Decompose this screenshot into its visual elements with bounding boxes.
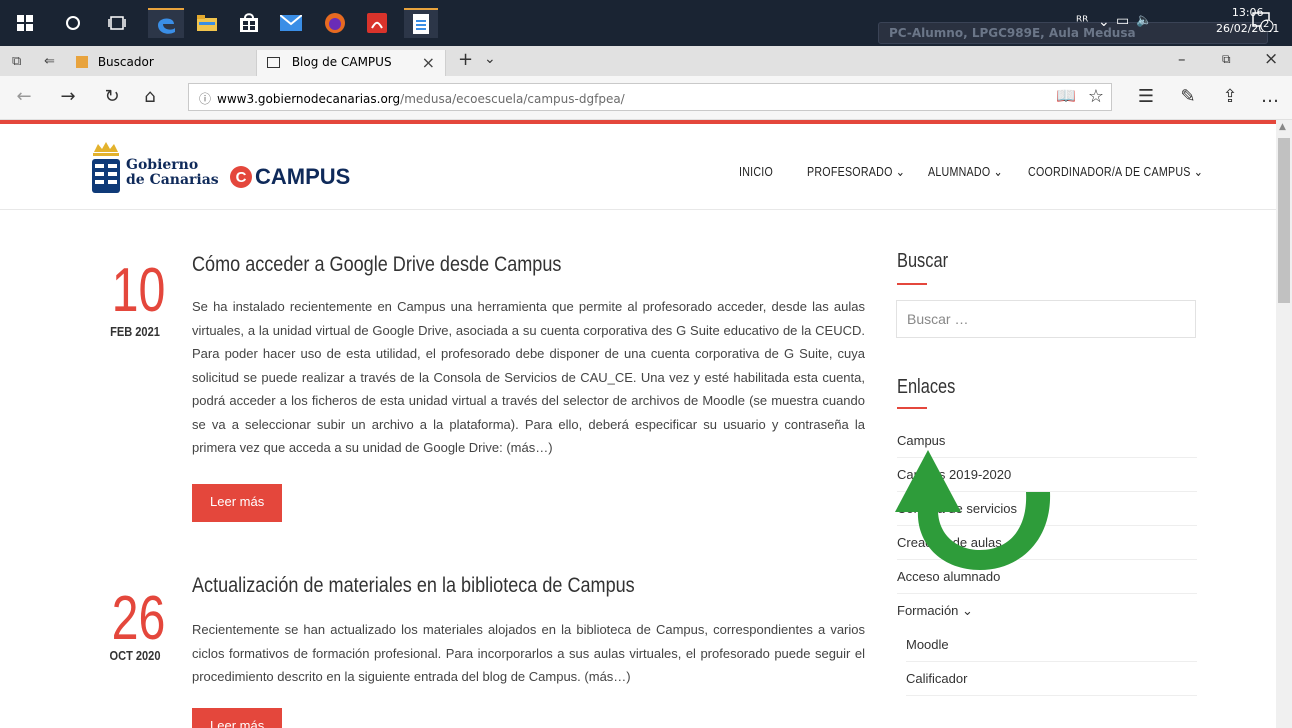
minimize-icon[interactable]: –	[1178, 50, 1186, 68]
search-widget-title: Buscar	[897, 250, 949, 272]
tab-preview-icon[interactable]: ⧉	[12, 54, 21, 69]
post-month: FEB 2021	[110, 324, 160, 339]
tab-label: Blog de CAMPUS	[291, 55, 392, 69]
acrobat-icon[interactable]	[362, 8, 392, 38]
favorites-hub-icon[interactable]: ☰	[1134, 86, 1158, 107]
more-icon[interactable]: …	[1258, 86, 1282, 107]
info-icon[interactable]: ⓘ	[199, 92, 211, 106]
search-circle-icon[interactable]	[58, 8, 88, 38]
gob-line-2: de Canarias	[126, 172, 219, 188]
restore-icon[interactable]: ⧉	[1222, 52, 1231, 67]
tab-label: Buscador	[97, 55, 154, 69]
refresh-icon[interactable]: ↻	[100, 86, 124, 107]
tab-blog-campus[interactable]: Blog de CAMPUS ×	[256, 50, 446, 76]
close-window-icon[interactable]: ×	[1264, 49, 1278, 69]
read-more-button[interactable]: Leer más	[192, 708, 283, 728]
home-icon[interactable]: ⌂	[138, 86, 162, 107]
gobierno-canarias-text: Gobierno de Canarias	[126, 158, 219, 188]
page-scrollbar[interactable]: ▲	[1276, 120, 1292, 728]
close-tab-icon[interactable]: ×	[422, 53, 435, 72]
read-more-button[interactable]: Leer más	[192, 484, 283, 522]
sidebar-sublink-calificador[interactable]: Calificador	[906, 662, 1197, 696]
menu-inicio[interactable]: INICIO	[739, 164, 773, 179]
firefox-icon[interactable]	[320, 8, 350, 38]
browser-toolbar: ← → ↻ ⌂ ⓘ www3.gobiernodecanarias.org/med…	[0, 76, 1292, 120]
people-icon[interactable]: ᴿᴿ	[1076, 14, 1088, 30]
edge-browser-icon[interactable]	[148, 8, 184, 38]
new-tab-icon[interactable]: +	[458, 49, 473, 70]
sidebar-sublink-moodle[interactable]: Moodle	[906, 628, 1197, 662]
post-title[interactable]: Cómo acceder a Google Drive desde Campus	[192, 253, 561, 277]
favorite-star-icon[interactable]: ☆	[1084, 86, 1108, 107]
menu-alumnado[interactable]: ALUMNADO ⌄	[928, 164, 1003, 180]
tab-buscador[interactable]: Buscador	[66, 50, 256, 76]
chevron-up-icon[interactable]: ⌄	[1098, 14, 1110, 30]
user-session-label: PC-Alumno, LPGC989E, Aula Medusa	[878, 22, 1268, 44]
page-favicon-icon	[267, 57, 280, 68]
post-day: 10	[111, 256, 166, 325]
menu-profesorado[interactable]: PROFESORADO ⌄	[807, 164, 905, 180]
search-input[interactable]: Buscar …	[896, 300, 1196, 338]
browser-tab-bar: ⧉ ⇐ Buscador Blog de CAMPUS × + ⌄ – ⧉ ×	[0, 46, 1292, 76]
task-view-icon[interactable]	[102, 8, 132, 38]
sidebar-link-formacion[interactable]: Formación ⌄	[897, 594, 1197, 628]
url-path: /medusa/ecoescuela/campus-dgfpea/	[400, 92, 625, 106]
volume-icon[interactable]: 🔈	[1136, 13, 1152, 28]
set-aside-tabs-icon[interactable]: ⇐	[44, 54, 55, 69]
tab-list-chevron-icon[interactable]: ⌄	[484, 51, 496, 67]
reading-view-icon[interactable]: 📖	[1054, 86, 1078, 105]
canarias-crest-icon	[92, 142, 120, 193]
campus-logo[interactable]: C CAMPUS	[230, 164, 350, 190]
buscador-favicon-icon	[76, 56, 88, 68]
title-underline	[897, 283, 927, 285]
taskbar: PC-Alumno, LPGC989E, Aula Medusa ᴿᴿ ⌄ ▭ …	[0, 0, 1292, 46]
file-explorer-icon[interactable]	[192, 8, 222, 38]
title-underline	[897, 407, 927, 409]
back-icon[interactable]: ←	[12, 86, 36, 107]
green-curved-arrow-icon	[895, 450, 1051, 570]
notifications-icon[interactable]: 2	[1252, 12, 1276, 34]
scrollbar-thumb[interactable]	[1278, 138, 1290, 303]
post-excerpt: Se ha instalado recientemente en Campus …	[192, 299, 865, 455]
menu-coordinador[interactable]: COORDINADOR/A DE CAMPUS ⌄	[1028, 164, 1203, 180]
scroll-up-icon[interactable]: ▲	[1279, 122, 1286, 132]
post-title[interactable]: Actualización de materiales en la biblio…	[192, 574, 635, 598]
network-icon[interactable]: ▭	[1116, 13, 1129, 29]
mail-icon[interactable]	[276, 8, 306, 38]
url-host: www3.gobiernodecanarias.org	[217, 92, 401, 106]
post-excerpt: Recientemente se han actualizado los mat…	[192, 622, 865, 684]
site-header: Gobierno de Canarias C CAMPUS INICIO PRO…	[0, 124, 1276, 210]
document-app-icon[interactable]	[404, 8, 438, 38]
web-page: ▲ Gobierno de Canarias C CAMPUS INICIO P…	[0, 120, 1292, 728]
store-icon[interactable]	[234, 8, 264, 38]
share-icon[interactable]: ⇪	[1218, 86, 1242, 107]
windows-start-icon[interactable]	[10, 8, 40, 38]
gob-line-1: Gobierno	[126, 157, 199, 173]
address-bar[interactable]: ⓘ www3.gobiernodecanarias.org/medusa/ecoe…	[188, 83, 1112, 111]
forward-icon[interactable]: →	[56, 86, 80, 107]
gobierno-canarias-logo[interactable]: Gobierno de Canarias	[90, 140, 220, 200]
campus-name: CAMPUS	[255, 164, 351, 189]
campus-logo-icon: C	[230, 166, 252, 188]
post-day: 26	[111, 584, 166, 653]
post-month: OCT 2020	[109, 648, 161, 663]
web-note-icon[interactable]: ✎	[1176, 86, 1200, 107]
links-widget-title: Enlaces	[897, 376, 956, 398]
notification-count: 2	[1263, 19, 1270, 30]
